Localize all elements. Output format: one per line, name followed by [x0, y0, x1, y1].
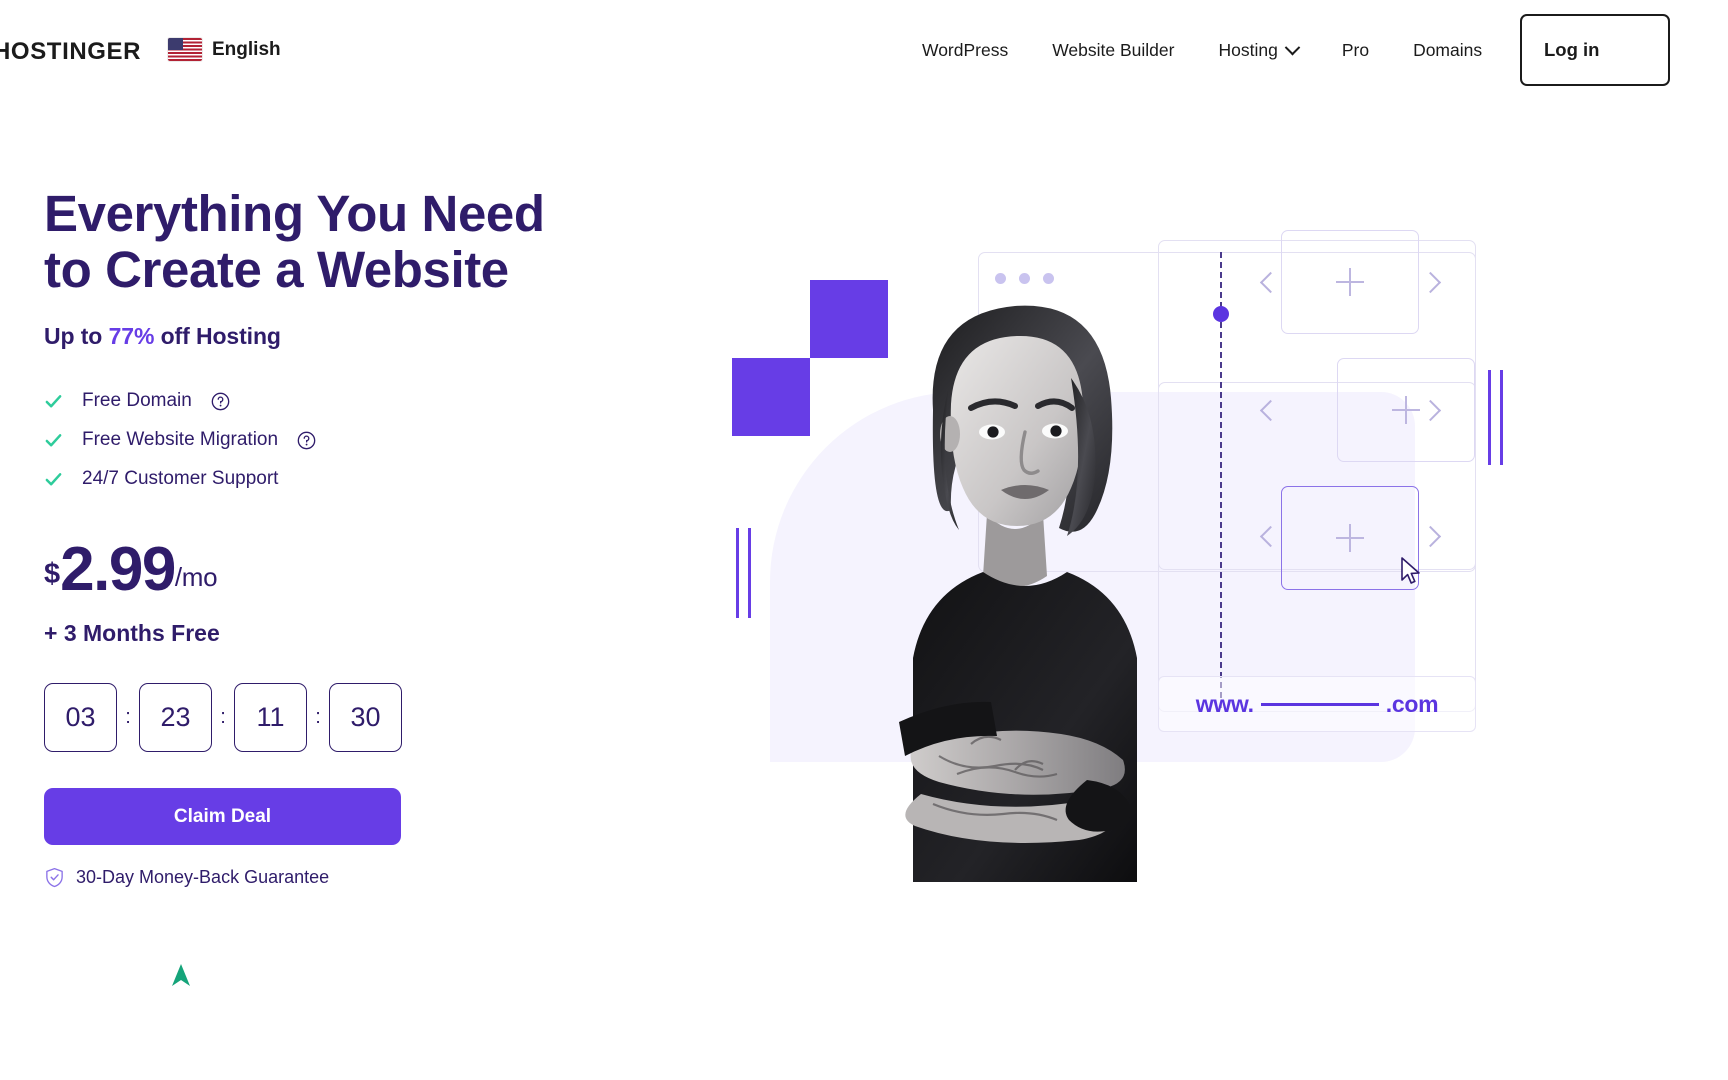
landing-page: HOSTINGER English WordPress Website Buil…	[0, 0, 1728, 1080]
main-navigation: WordPress Website Builder Hosting Pro Do…	[900, 33, 1504, 67]
claim-deal-button[interactable]: Claim Deal	[44, 788, 401, 846]
help-circle-icon[interactable]	[297, 431, 316, 450]
nav-item-hosting[interactable]: Hosting	[1196, 33, 1319, 67]
countdown-timer: 03 : 23 : 11 : 30	[44, 683, 684, 753]
nav-item-website-builder[interactable]: Website Builder	[1030, 33, 1196, 67]
url-blank-line	[1260, 702, 1379, 706]
countdown-minutes: 11	[234, 683, 307, 753]
guide-line-handle[interactable]	[1213, 306, 1229, 322]
scroll-arrow-icon[interactable]	[170, 962, 192, 988]
login-button[interactable]: Log in	[1520, 14, 1670, 86]
plus-icon	[1392, 396, 1420, 424]
check-icon	[45, 433, 62, 447]
list-item: 24/7 Customer Support	[44, 466, 684, 492]
feature-list: Free Domain Free Website Migration 24/7 …	[44, 388, 684, 492]
nav-label: Hosting	[1218, 40, 1278, 60]
nav-item-wordpress[interactable]: WordPress	[900, 33, 1030, 67]
decorative-bars-left	[736, 528, 751, 618]
person-photo	[875, 282, 1175, 882]
check-icon	[45, 472, 62, 486]
hero-content: Everything You Need to Create a Website …	[44, 186, 684, 888]
countdown-separator: :	[315, 706, 321, 729]
nav-item-pro[interactable]: Pro	[1320, 33, 1391, 67]
language-label: English	[212, 38, 281, 60]
countdown-separator: :	[220, 706, 226, 729]
nav-label: Website Builder	[1052, 40, 1175, 60]
placeholder-card[interactable]	[1281, 230, 1419, 334]
hero-subtitle: Up to 77% off Hosting	[44, 323, 684, 350]
url-suffix: .com	[1385, 690, 1439, 717]
list-item: Free Domain	[44, 388, 684, 414]
feature-label: 24/7 Customer Support	[82, 468, 279, 490]
chevron-down-icon	[1284, 39, 1301, 55]
subtitle-prefix: Up to	[44, 323, 109, 350]
countdown-days: 03	[44, 683, 117, 753]
countdown-seconds: 30	[329, 683, 402, 753]
shield-check-icon	[46, 868, 63, 888]
price-currency: $	[44, 558, 61, 591]
language-switcher[interactable]: English	[168, 38, 281, 61]
nav-label: Pro	[1341, 40, 1370, 60]
countdown-separator: :	[125, 706, 131, 729]
plus-icon	[1336, 268, 1364, 296]
check-icon	[45, 394, 62, 408]
list-item: Free Website Migration	[44, 427, 684, 453]
feature-label: Free Website Migration	[82, 429, 279, 451]
price-amount: 2.99	[60, 535, 176, 605]
placeholder-card-selected[interactable]	[1281, 486, 1419, 590]
price-display: $ 2.99 /mo	[44, 534, 684, 605]
us-flag-icon	[168, 38, 202, 61]
plus-icon	[1336, 524, 1364, 552]
nav-item-domains[interactable]: Domains	[1391, 33, 1504, 67]
mouse-pointer-icon	[1401, 557, 1420, 584]
subtitle-suffix: off Hosting	[154, 323, 281, 350]
discount-percent: 77%	[108, 323, 155, 350]
decorative-bars-right	[1488, 370, 1503, 465]
bonus-text: + 3 Months Free	[44, 620, 220, 647]
site-header: HOSTINGER English WordPress Website Buil…	[0, 0, 1728, 100]
price-period: /mo	[174, 562, 218, 593]
url-prefix: www.	[1195, 690, 1254, 717]
placeholder-card[interactable]	[1337, 358, 1475, 462]
feature-label: Free Domain	[82, 390, 192, 412]
decorative-square-bottom	[732, 358, 810, 436]
domain-preview-bar: www. .com	[1158, 676, 1476, 732]
guarantee-label: 30-Day Money-Back Guarantee	[76, 867, 330, 888]
nav-label: Domains	[1413, 40, 1483, 60]
hostinger-logo[interactable]: HOSTINGER	[0, 38, 141, 66]
page-title: Everything You Need to Create a Website	[44, 185, 545, 298]
countdown-hours: 23	[139, 683, 212, 753]
nav-label: WordPress	[922, 40, 1009, 60]
hero-illustration: www. .com	[700, 120, 1728, 920]
help-circle-icon[interactable]	[211, 392, 230, 411]
money-back-guarantee: 30-Day Money-Back Guarantee	[44, 867, 684, 888]
